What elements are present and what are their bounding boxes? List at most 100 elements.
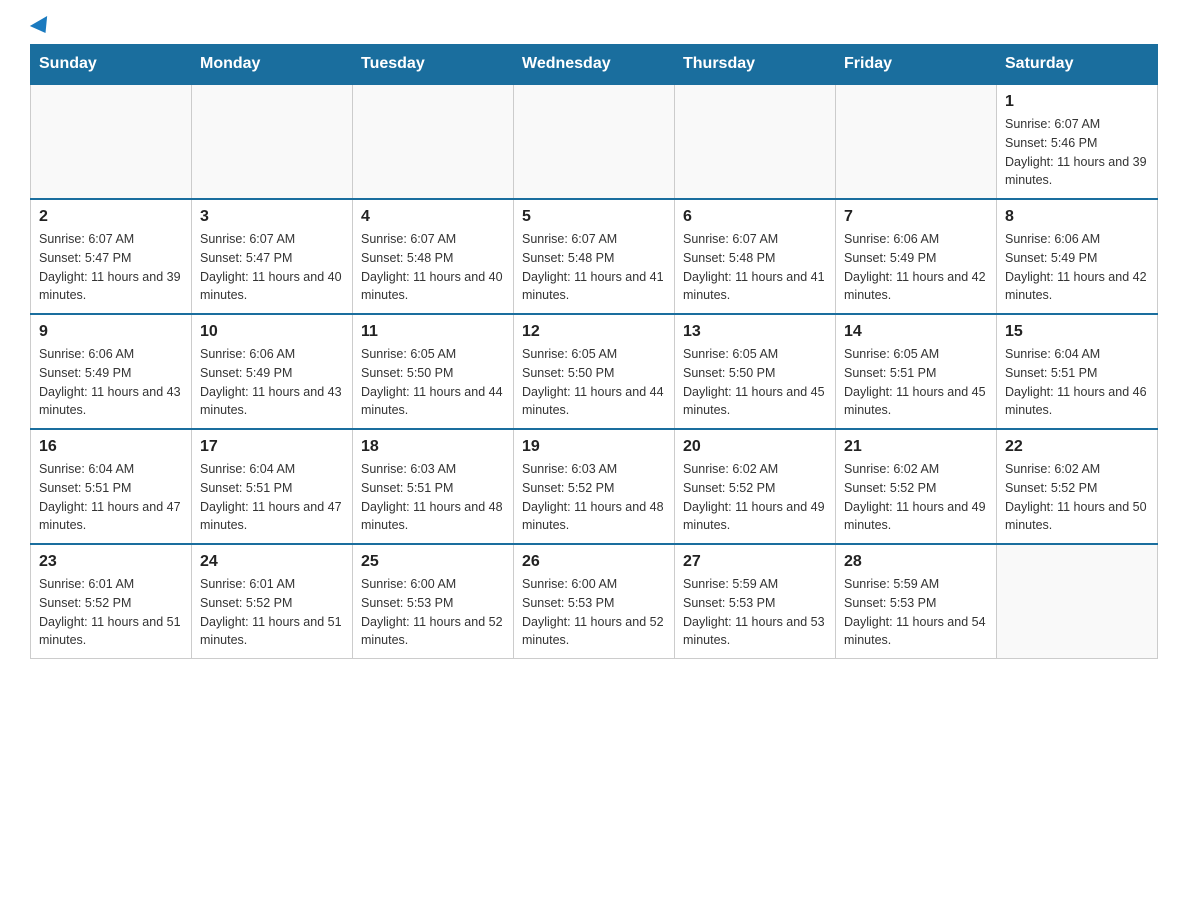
day-info: Sunrise: 6:02 AM Sunset: 5:52 PM Dayligh… [683, 460, 827, 535]
day-number: 12 [522, 323, 666, 341]
day-info: Sunrise: 6:04 AM Sunset: 5:51 PM Dayligh… [39, 460, 183, 535]
column-header-thursday: Thursday [675, 45, 836, 85]
calendar-cell: 18 Sunrise: 6:03 AM Sunset: 5:51 PM Dayli… [353, 429, 514, 544]
day-info: Sunrise: 6:07 AM Sunset: 5:48 PM Dayligh… [683, 230, 827, 305]
day-number: 25 [361, 553, 505, 571]
day-info: Sunrise: 6:04 AM Sunset: 5:51 PM Dayligh… [200, 460, 344, 535]
day-number: 18 [361, 438, 505, 456]
day-number: 9 [39, 323, 183, 341]
calendar-cell: 1 Sunrise: 6:07 AM Sunset: 5:46 PM Daylig… [997, 84, 1158, 199]
calendar-cell: 22 Sunrise: 6:02 AM Sunset: 5:52 PM Dayli… [997, 429, 1158, 544]
day-info: Sunrise: 6:07 AM Sunset: 5:47 PM Dayligh… [39, 230, 183, 305]
calendar-cell [836, 84, 997, 199]
calendar-cell: 15 Sunrise: 6:04 AM Sunset: 5:51 PM Dayli… [997, 314, 1158, 429]
column-header-wednesday: Wednesday [514, 45, 675, 85]
calendar-cell: 14 Sunrise: 6:05 AM Sunset: 5:51 PM Dayli… [836, 314, 997, 429]
day-info: Sunrise: 6:02 AM Sunset: 5:52 PM Dayligh… [844, 460, 988, 535]
calendar-cell: 20 Sunrise: 6:02 AM Sunset: 5:52 PM Dayli… [675, 429, 836, 544]
day-info: Sunrise: 5:59 AM Sunset: 5:53 PM Dayligh… [844, 575, 988, 650]
calendar-cell: 17 Sunrise: 6:04 AM Sunset: 5:51 PM Dayli… [192, 429, 353, 544]
day-number: 21 [844, 438, 988, 456]
day-info: Sunrise: 6:06 AM Sunset: 5:49 PM Dayligh… [39, 345, 183, 420]
day-info: Sunrise: 6:05 AM Sunset: 5:50 PM Dayligh… [683, 345, 827, 420]
calendar-cell [514, 84, 675, 199]
day-info: Sunrise: 6:06 AM Sunset: 5:49 PM Dayligh… [844, 230, 988, 305]
day-number: 15 [1005, 323, 1149, 341]
calendar-cell: 24Sunrise: 6:01 AM Sunset: 5:52 PM Dayli… [192, 544, 353, 659]
day-info: Sunrise: 6:01 AM Sunset: 5:52 PM Dayligh… [39, 575, 183, 650]
day-info: Sunrise: 6:05 AM Sunset: 5:50 PM Dayligh… [361, 345, 505, 420]
calendar-cell: 16 Sunrise: 6:04 AM Sunset: 5:51 PM Dayli… [31, 429, 192, 544]
day-number: 19 [522, 438, 666, 456]
day-info: Sunrise: 6:07 AM Sunset: 5:48 PM Dayligh… [361, 230, 505, 305]
day-number: 26 [522, 553, 666, 571]
day-number: 27 [683, 553, 827, 571]
day-info: Sunrise: 6:06 AM Sunset: 5:49 PM Dayligh… [1005, 230, 1149, 305]
day-number: 22 [1005, 438, 1149, 456]
calendar-cell [353, 84, 514, 199]
day-number: 23 [39, 553, 183, 571]
logo-arrow-icon [30, 16, 54, 38]
calendar-week-row: 16 Sunrise: 6:04 AM Sunset: 5:51 PM Dayli… [31, 429, 1158, 544]
day-info: Sunrise: 6:07 AM Sunset: 5:48 PM Dayligh… [522, 230, 666, 305]
calendar-cell [192, 84, 353, 199]
calendar-cell: 5 Sunrise: 6:07 AM Sunset: 5:48 PM Daylig… [514, 199, 675, 314]
day-info: Sunrise: 6:00 AM Sunset: 5:53 PM Dayligh… [361, 575, 505, 650]
calendar-cell: 27 Sunrise: 5:59 AM Sunset: 5:53 PM Dayli… [675, 544, 836, 659]
column-header-sunday: Sunday [31, 45, 192, 85]
calendar-cell [997, 544, 1158, 659]
day-info: Sunrise: 5:59 AM Sunset: 5:53 PM Dayligh… [683, 575, 827, 650]
calendar-cell: 3 Sunrise: 6:07 AM Sunset: 5:47 PM Daylig… [192, 199, 353, 314]
calendar-cell [31, 84, 192, 199]
calendar-header-row: SundayMondayTuesdayWednesdayThursdayFrid… [31, 45, 1158, 85]
day-number: 14 [844, 323, 988, 341]
day-number: 17 [200, 438, 344, 456]
calendar-cell: 13 Sunrise: 6:05 AM Sunset: 5:50 PM Dayli… [675, 314, 836, 429]
calendar-cell: 8 Sunrise: 6:06 AM Sunset: 5:49 PM Daylig… [997, 199, 1158, 314]
day-number: 13 [683, 323, 827, 341]
day-number: 10 [200, 323, 344, 341]
calendar-cell: 9 Sunrise: 6:06 AM Sunset: 5:49 PM Daylig… [31, 314, 192, 429]
day-info: Sunrise: 6:04 AM Sunset: 5:51 PM Dayligh… [1005, 345, 1149, 420]
day-number: 2 [39, 208, 183, 226]
day-number: 20 [683, 438, 827, 456]
day-info: Sunrise: 6:07 AM Sunset: 5:47 PM Dayligh… [200, 230, 344, 305]
calendar-cell: 26 Sunrise: 6:00 AM Sunset: 5:53 PM Dayli… [514, 544, 675, 659]
day-info: Sunrise: 6:05 AM Sunset: 5:51 PM Dayligh… [844, 345, 988, 420]
calendar-cell: 7Sunrise: 6:06 AM Sunset: 5:49 PM Daylig… [836, 199, 997, 314]
day-info: Sunrise: 6:07 AM Sunset: 5:46 PM Dayligh… [1005, 115, 1149, 190]
day-info: Sunrise: 6:03 AM Sunset: 5:51 PM Dayligh… [361, 460, 505, 535]
calendar-week-row: 1 Sunrise: 6:07 AM Sunset: 5:46 PM Daylig… [31, 84, 1158, 199]
calendar-cell: 12 Sunrise: 6:05 AM Sunset: 5:50 PM Dayli… [514, 314, 675, 429]
calendar-cell: 4 Sunrise: 6:07 AM Sunset: 5:48 PM Daylig… [353, 199, 514, 314]
day-number: 8 [1005, 208, 1149, 226]
calendar-cell: 23 Sunrise: 6:01 AM Sunset: 5:52 PM Dayli… [31, 544, 192, 659]
calendar-week-row: 9 Sunrise: 6:06 AM Sunset: 5:49 PM Daylig… [31, 314, 1158, 429]
calendar-cell [675, 84, 836, 199]
calendar-cell: 21 Sunrise: 6:02 AM Sunset: 5:52 PM Dayli… [836, 429, 997, 544]
day-number: 16 [39, 438, 183, 456]
day-info: Sunrise: 6:02 AM Sunset: 5:52 PM Dayligh… [1005, 460, 1149, 535]
day-number: 1 [1005, 93, 1149, 111]
day-info: Sunrise: 6:00 AM Sunset: 5:53 PM Dayligh… [522, 575, 666, 650]
day-number: 3 [200, 208, 344, 226]
calendar-week-row: 2 Sunrise: 6:07 AM Sunset: 5:47 PM Daylig… [31, 199, 1158, 314]
calendar-cell: 2 Sunrise: 6:07 AM Sunset: 5:47 PM Daylig… [31, 199, 192, 314]
calendar-cell: 10 Sunrise: 6:06 AM Sunset: 5:49 PM Dayli… [192, 314, 353, 429]
day-number: 11 [361, 323, 505, 341]
column-header-monday: Monday [192, 45, 353, 85]
column-header-friday: Friday [836, 45, 997, 85]
calendar-week-row: 23 Sunrise: 6:01 AM Sunset: 5:52 PM Dayli… [31, 544, 1158, 659]
calendar-cell: 11 Sunrise: 6:05 AM Sunset: 5:50 PM Dayli… [353, 314, 514, 429]
calendar-cell: 19 Sunrise: 6:03 AM Sunset: 5:52 PM Dayli… [514, 429, 675, 544]
calendar-cell: 28Sunrise: 5:59 AM Sunset: 5:53 PM Dayli… [836, 544, 997, 659]
calendar-cell: 25 Sunrise: 6:00 AM Sunset: 5:53 PM Dayli… [353, 544, 514, 659]
logo [30, 20, 52, 34]
day-number: 4 [361, 208, 505, 226]
day-number: 5 [522, 208, 666, 226]
day-info: Sunrise: 6:03 AM Sunset: 5:52 PM Dayligh… [522, 460, 666, 535]
day-info: Sunrise: 6:05 AM Sunset: 5:50 PM Dayligh… [522, 345, 666, 420]
day-info: Sunrise: 6:06 AM Sunset: 5:49 PM Dayligh… [200, 345, 344, 420]
day-number: 6 [683, 208, 827, 226]
column-header-tuesday: Tuesday [353, 45, 514, 85]
